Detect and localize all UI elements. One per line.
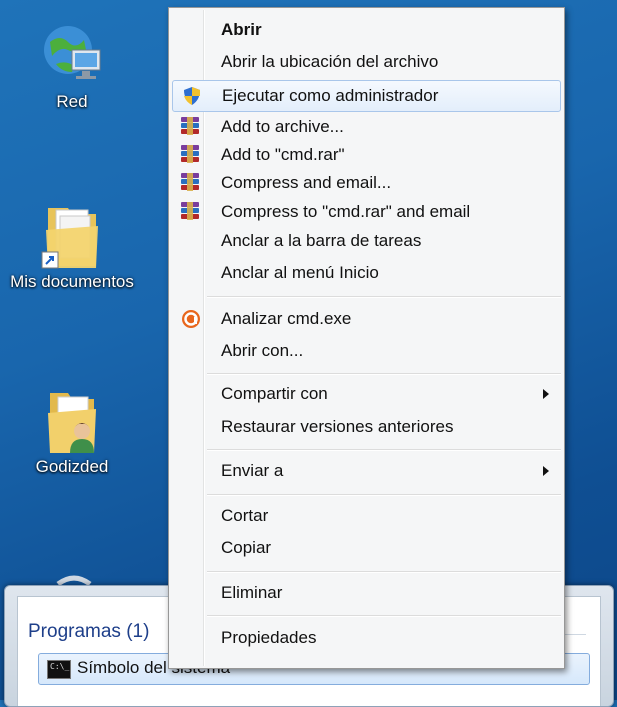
menu-separator xyxy=(207,449,561,451)
network-icon xyxy=(38,20,106,88)
programs-section-header: Programas (1) xyxy=(28,621,150,642)
menu-item-pin-to-taskbar[interactable]: Anclar a la barra de tareas xyxy=(172,226,561,256)
menu-item-label: Compress and email... xyxy=(221,173,392,192)
menu-item-label: Compress to "cmd.rar" and email xyxy=(221,202,471,221)
winrar-icon xyxy=(181,145,201,165)
winrar-icon xyxy=(181,173,201,193)
menu-item-label: Eliminar xyxy=(221,583,283,602)
winrar-icon xyxy=(181,202,201,222)
menu-item-label: Propiedades xyxy=(221,628,317,647)
desktop-icon-network[interactable]: Red xyxy=(0,20,147,112)
menu-item-open-with[interactable]: Abrir con... xyxy=(172,336,561,366)
menu-item-label: Anclar al menú Inicio xyxy=(221,263,379,282)
menu-item-label: Restaurar versiones anteriores xyxy=(221,417,454,436)
menu-separator xyxy=(207,373,561,375)
menu-separator xyxy=(207,571,561,573)
desktop-icon-user[interactable]: Godizded xyxy=(0,385,147,477)
menu-item-compress-to-cmd-rar-and-email[interactable]: Compress to "cmd.rar" and email xyxy=(172,197,561,227)
menu-item-add-to-cmd-rar[interactable]: Add to "cmd.rar" xyxy=(172,140,561,170)
desktop-icon-label: Mis documentos xyxy=(10,272,134,291)
menu-item-send-to[interactable]: Enviar a xyxy=(172,456,561,486)
menu-item-scan-file[interactable]: Analizar cmd.exe xyxy=(172,304,561,334)
command-prompt-icon: C:\_ xyxy=(47,660,71,679)
menu-item-label: Cortar xyxy=(221,506,269,525)
desktop-icon-label: Godizded xyxy=(35,457,109,476)
user-folder-icon xyxy=(38,385,106,453)
submenu-arrow-icon xyxy=(543,466,549,476)
antivirus-icon xyxy=(181,309,201,329)
menu-separator xyxy=(207,615,561,617)
menu-item-label: Analizar cmd.exe xyxy=(221,309,352,328)
menu-item-label: Abrir la ubicación del archivo xyxy=(221,52,439,71)
menu-item-properties[interactable]: Propiedades xyxy=(172,623,561,653)
menu-item-open[interactable]: Abrir xyxy=(172,15,561,45)
menu-item-pin-to-start-menu[interactable]: Anclar al menú Inicio xyxy=(172,258,561,288)
menu-item-label: Enviar a xyxy=(221,461,284,480)
menu-item-label: Abrir con... xyxy=(221,341,304,360)
menu-item-label: Ejecutar como administrador xyxy=(222,86,439,105)
context-menu: Abrir Abrir la ubicación del archivo Eje… xyxy=(168,7,565,669)
menu-separator xyxy=(207,494,561,496)
winrar-icon xyxy=(181,117,201,137)
menu-item-label: Compartir con xyxy=(221,384,328,403)
menu-item-label: Copiar xyxy=(221,538,272,557)
desktop-icon-label: Red xyxy=(56,92,88,111)
menu-item-label: Abrir xyxy=(221,20,262,39)
submenu-arrow-icon xyxy=(543,389,549,399)
menu-separator xyxy=(207,296,561,298)
menu-item-copy[interactable]: Copiar xyxy=(172,533,561,563)
menu-item-label: Add to "cmd.rar" xyxy=(221,145,345,164)
menu-item-restore-previous-versions[interactable]: Restaurar versiones anteriores xyxy=(172,412,561,442)
documents-folder-icon xyxy=(38,200,106,269)
menu-item-compress-and-email[interactable]: Compress and email... xyxy=(172,168,561,198)
menu-item-run-as-admin[interactable]: Ejecutar como administrador xyxy=(172,80,561,112)
desktop-icon-documents[interactable]: Mis documentos xyxy=(0,200,147,292)
menu-item-delete[interactable]: Eliminar xyxy=(172,578,561,608)
menu-item-label: Anclar a la barra de tareas xyxy=(221,231,422,250)
menu-item-label: Add to archive... xyxy=(221,117,344,136)
menu-item-share-with[interactable]: Compartir con xyxy=(172,379,561,409)
uac-shield-icon xyxy=(182,86,202,106)
menu-item-cut[interactable]: Cortar xyxy=(172,501,561,531)
menu-item-add-to-archive[interactable]: Add to archive... xyxy=(172,112,561,142)
menu-item-open-file-location[interactable]: Abrir la ubicación del archivo xyxy=(172,47,561,77)
